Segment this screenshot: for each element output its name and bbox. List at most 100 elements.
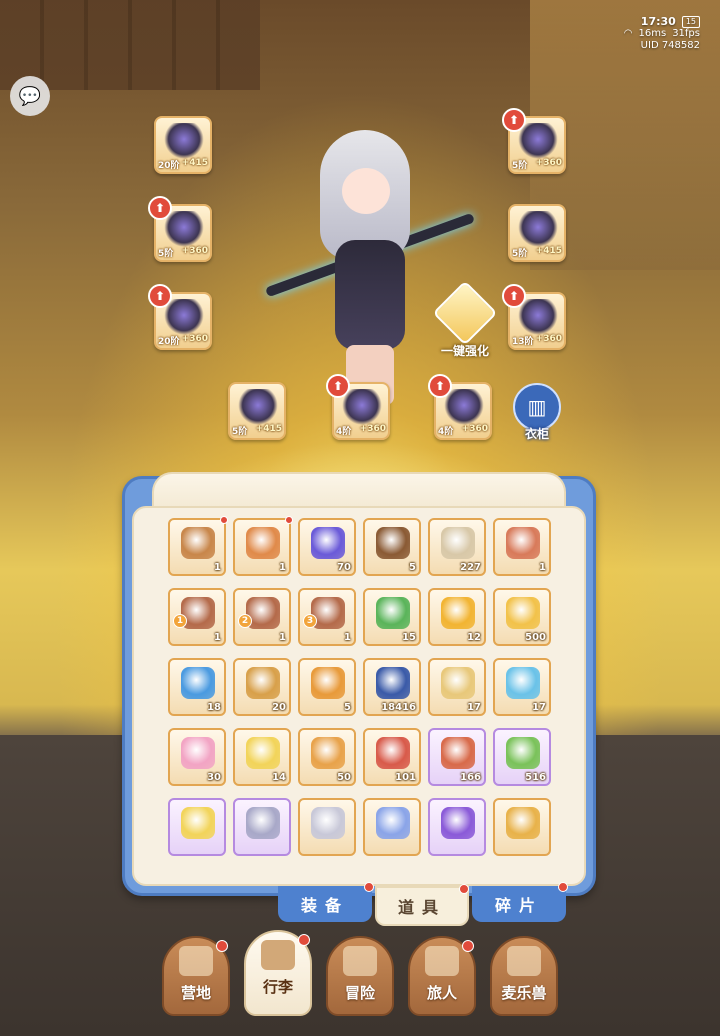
anvil-icon [432, 280, 498, 346]
inventory-item[interactable]: 18 [168, 658, 226, 716]
star-flower-icon [506, 597, 540, 629]
gold-card-icon [311, 737, 345, 769]
battery-icon: 15 [681, 16, 700, 28]
fox-icon [507, 946, 541, 976]
equip-slot-helmet[interactable]: ⬆ 5阶 +360 [502, 108, 566, 174]
inventory-item[interactable]: 30 [168, 728, 226, 786]
item-quantity: 1 [214, 632, 221, 643]
traveler-icon [425, 946, 459, 976]
inventory-tabs: 装备 道具 碎片 [278, 882, 568, 926]
crystal-shard-icon [246, 527, 280, 559]
ring-icon [238, 389, 278, 425]
cat-backpack-icon [506, 527, 540, 559]
equip-slot-armor[interactable]: ⬆ 5阶 +360 [148, 196, 212, 262]
inventory-item[interactable]: 15 [363, 588, 421, 646]
inventory-item[interactable]: 17 [493, 658, 551, 716]
item-quantity: 5 [344, 702, 351, 713]
item-quantity: 17 [532, 702, 546, 713]
item-quantity: 1 [539, 562, 546, 573]
inventory-item[interactable]: 20 [233, 658, 291, 716]
nav-adventure[interactable]: 冒险 [326, 936, 394, 1016]
nav-luggage[interactable]: 行李 [244, 930, 312, 1016]
inventory-item[interactable]: 1 [233, 516, 293, 576]
wardrobe-label: 衣柜 [524, 427, 549, 441]
equip-slot-ring[interactable]: 5阶 +415 [228, 382, 286, 440]
notification-dot [462, 940, 474, 952]
one-click-upgrade-button[interactable]: 一键强化 [430, 280, 500, 359]
inventory-item[interactable]: 12 [428, 588, 486, 646]
equip-slot-belt[interactable]: ⬆ 20阶 +360 [148, 284, 212, 350]
inventory-item[interactable]: 166 [428, 728, 486, 786]
purple-gem-icon [441, 807, 475, 839]
inventory-item[interactable]: 5 [363, 518, 421, 576]
tab-items[interactable]: 道具 [375, 884, 469, 926]
inventory-item[interactable]: 31 [298, 588, 356, 646]
equip-slot-necklace[interactable]: ⬆ 4阶 +360 [326, 374, 390, 440]
item-quantity: 516 [525, 772, 546, 783]
inventory-item[interactable]: 21 [233, 588, 291, 646]
inventory-item[interactable] [168, 798, 226, 856]
item-quantity: 20 [272, 702, 286, 713]
moon-stone-icon [376, 667, 410, 699]
inventory-item[interactable]: 227 [428, 518, 486, 576]
item-quantity: 1 [214, 562, 221, 573]
item-quantity: 101 [395, 772, 416, 783]
inventory-item[interactable]: 11 [168, 588, 226, 646]
inventory-item[interactable]: 50 [298, 728, 356, 786]
item-quantity: 18416 [381, 702, 416, 713]
ping-readout: 16ms [638, 28, 667, 39]
equip-slot-gloves[interactable]: 5阶 +415 [508, 204, 566, 262]
purple-ticket-icon [311, 527, 345, 559]
item-quantity: 227 [460, 562, 481, 573]
inventory-item[interactable]: 1 [493, 518, 551, 576]
inventory-item[interactable]: 500 [493, 588, 551, 646]
tab-equipment[interactable]: 装备 [278, 882, 374, 922]
spoon-icon [441, 527, 475, 559]
inventory-item[interactable]: 101 [363, 728, 421, 786]
treasure-chest-icon [181, 527, 215, 559]
inventory-item[interactable]: 1 [168, 516, 228, 576]
tab-shards[interactable]: 碎片 [472, 882, 568, 922]
inventory-item[interactable]: 18416 [363, 658, 421, 716]
item-quantity: 5 [409, 562, 416, 573]
equip-slot-amulet[interactable]: ⬆ 4阶 +360 [428, 374, 492, 440]
item-quantity: 1 [279, 562, 286, 573]
inventory-item[interactable] [493, 798, 551, 856]
inventory-item[interactable] [298, 798, 356, 856]
inventory-item[interactable] [233, 798, 291, 856]
inventory-item[interactable]: 5 [298, 658, 356, 716]
inventory-item[interactable]: 14 [233, 728, 291, 786]
equip-slot-weapon[interactable]: 20阶 +415 [154, 116, 212, 174]
green-bottle-icon [506, 737, 540, 769]
item-quantity: 1 [344, 632, 351, 643]
wardrobe-icon: ▥ [513, 383, 561, 431]
nav-pets[interactable]: 麦乐兽 [490, 936, 558, 1016]
kitten-charm-icon [246, 807, 280, 839]
horseshoe-icon [441, 737, 475, 769]
yellow-blob-icon [181, 807, 215, 839]
inventory-scroll-area[interactable]: 1 1 70 5 227 1 1 1 2 1 3 1 15 12 500 18 20 5 18416 17 17 30 14… [132, 506, 586, 886]
cat-coin-icon [311, 667, 345, 699]
notification-dot [558, 882, 568, 892]
swords-icon [343, 946, 377, 976]
inventory-panel: 1 1 70 5 227 1 1 1 2 1 3 1 15 12 500 18 20 5 18416 17 17 30 14… [122, 472, 596, 896]
weapon-icon [164, 123, 204, 159]
nav-traveler[interactable]: 旅人 [408, 936, 476, 1016]
inventory-item[interactable]: 516 [493, 728, 551, 786]
inventory-item[interactable] [428, 798, 486, 856]
bottom-nav: 营地 行李 冒险 旅人 麦乐兽 [160, 930, 560, 1030]
stage-badge: 3 [303, 614, 317, 628]
notification-dot [298, 934, 310, 946]
inventory-item[interactable] [363, 798, 421, 856]
clock: 17:30 [640, 15, 676, 28]
chat-button[interactable]: 💬 [10, 76, 50, 116]
wardrobe-button[interactable]: ▥ 衣柜 [510, 383, 564, 442]
equip-slot-boots[interactable]: ⬆ 13阶 +360 [502, 284, 566, 350]
nav-camp[interactable]: 营地 [162, 936, 230, 1016]
item-quantity: 14 [272, 772, 286, 783]
inventory-item[interactable]: 17 [428, 658, 486, 716]
amulet-icon [444, 389, 484, 425]
speech-bubble-icon: 💬 [18, 85, 42, 107]
item-quantity: 12 [467, 632, 481, 643]
inventory-item[interactable]: 70 [298, 518, 356, 576]
